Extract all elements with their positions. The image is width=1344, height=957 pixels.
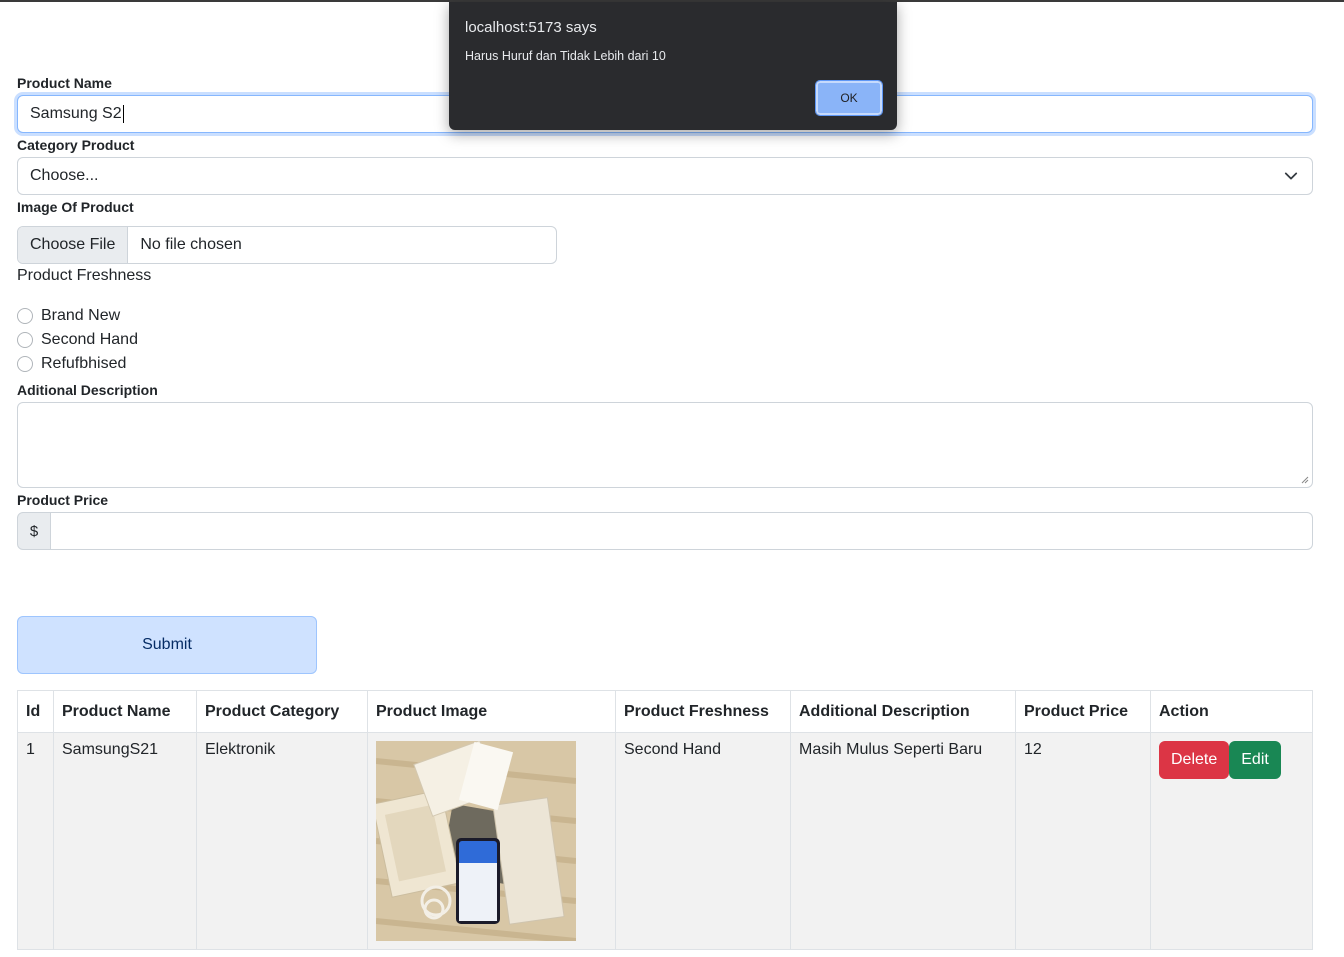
- resize-handle-icon[interactable]: [1301, 476, 1309, 484]
- description-textarea[interactable]: [17, 402, 1313, 488]
- price-prefix: $: [17, 512, 51, 550]
- header-product-name: Product Name: [53, 690, 197, 733]
- radio-circle[interactable]: [17, 308, 33, 324]
- product-photo: [376, 741, 576, 941]
- image-label: Image Of Product: [17, 199, 134, 215]
- radio-circle[interactable]: [17, 356, 33, 372]
- delete-button[interactable]: Delete: [1159, 741, 1230, 779]
- description-label: Aditional Description: [17, 382, 158, 398]
- header-id: Id: [17, 690, 54, 733]
- price-label: Product Price: [17, 492, 109, 508]
- cell-name: SamsungS21: [53, 732, 197, 950]
- header-action: Action: [1150, 690, 1313, 733]
- header-additional-description: Additional Description: [790, 690, 1016, 733]
- chevron-down-icon: [1284, 172, 1298, 180]
- cell-id: 1: [17, 732, 54, 950]
- product-name-value: Samsung S2: [30, 105, 122, 122]
- category-select[interactable]: Choose...: [17, 157, 1313, 195]
- file-status: No file chosen: [140, 236, 242, 253]
- product-table: Id Product Name Product Category Product…: [17, 690, 1313, 950]
- table-row: 1 SamsungS21 Elektronik Second Hand Masi…: [17, 732, 1313, 950]
- radio-brand-new[interactable]: Brand New: [17, 307, 120, 325]
- cell-category: Elektronik: [196, 732, 368, 950]
- submit-button[interactable]: Submit: [17, 616, 317, 674]
- product-name-label: Product Name: [17, 75, 112, 91]
- price-group: $: [17, 512, 1313, 550]
- header-product-freshness: Product Freshness: [615, 690, 791, 733]
- dialog-title: localhost:5173 says: [465, 19, 597, 36]
- dialog-message: Harus Huruf dan Tidak Lebih dari 10: [465, 49, 666, 63]
- text-caret: [122, 105, 124, 123]
- radio-circle[interactable]: [17, 332, 33, 348]
- choose-file-button[interactable]: Choose File: [18, 227, 129, 263]
- cell-image: [367, 732, 616, 950]
- cell-freshness: Second Hand: [615, 732, 791, 950]
- category-selected: Choose...: [30, 167, 99, 184]
- price-input[interactable]: [51, 512, 1313, 550]
- cell-description: Masih Mulus Seperti Baru: [790, 732, 1016, 950]
- radio-label: Brand New: [41, 307, 121, 324]
- alert-dialog: localhost:5173 says Harus Huruf dan Tida…: [449, 2, 897, 130]
- header-product-price: Product Price: [1015, 690, 1151, 733]
- category-label: Category Product: [17, 137, 135, 153]
- radio-label: Refufbhised: [41, 355, 127, 372]
- file-input[interactable]: Choose File No file chosen: [17, 226, 557, 264]
- cell-action: Delete Edit: [1150, 732, 1313, 950]
- radio-label: Second Hand: [41, 331, 138, 348]
- edit-button[interactable]: Edit: [1229, 741, 1281, 779]
- radio-refurbished[interactable]: Refufbhised: [17, 355, 126, 373]
- cell-price: 12: [1015, 732, 1151, 950]
- dialog-ok-button[interactable]: OK: [815, 80, 883, 116]
- freshness-label: Product Freshness: [17, 267, 152, 284]
- radio-second-hand[interactable]: Second Hand: [17, 331, 138, 349]
- header-product-image: Product Image: [367, 690, 616, 733]
- header-product-category: Product Category: [196, 690, 368, 733]
- table-header-row: Id Product Name Product Category Product…: [17, 690, 1313, 733]
